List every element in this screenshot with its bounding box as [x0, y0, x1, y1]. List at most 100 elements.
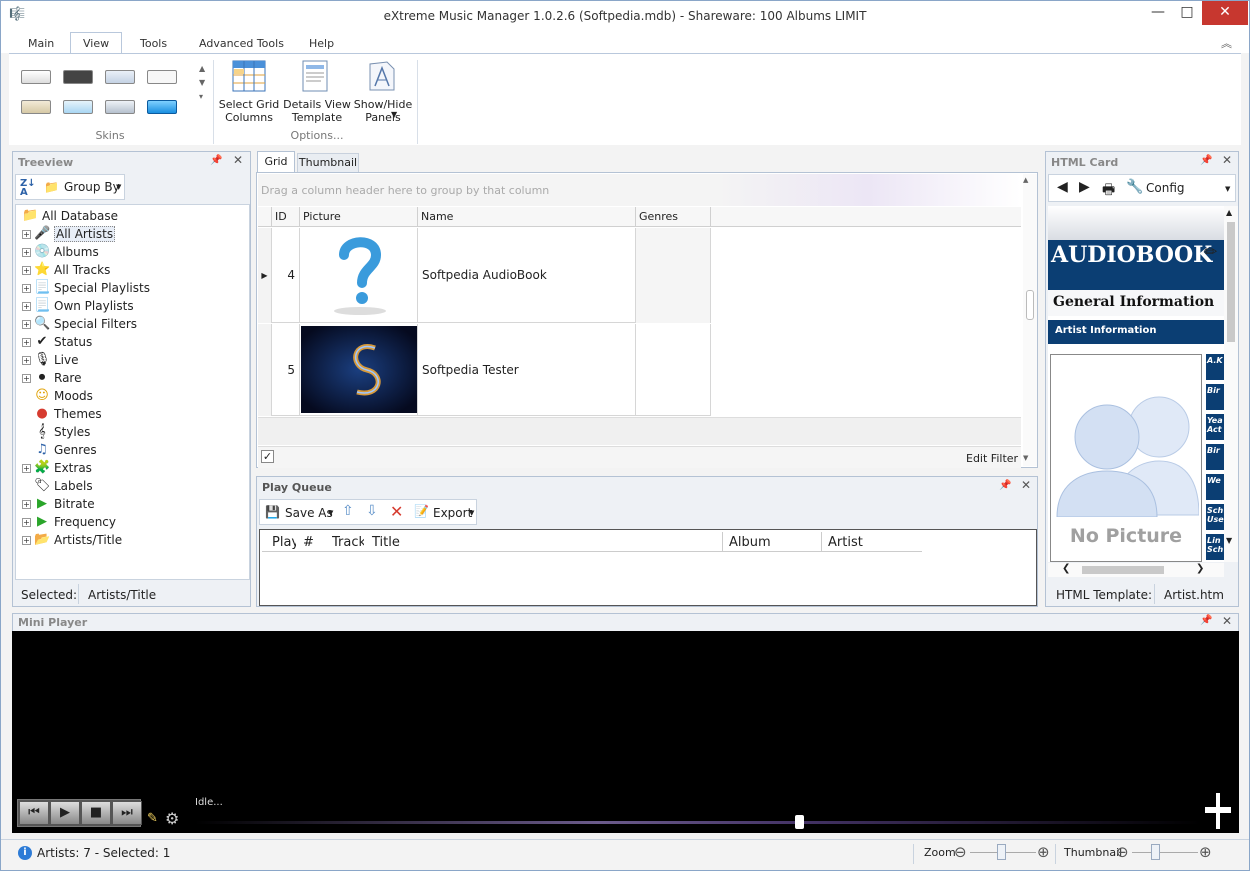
close-panel-icon[interactable]: ✕ [1222, 153, 1232, 167]
edit-icon[interactable]: ✎ [147, 811, 158, 826]
pencil-icon[interactable]: ✏ [1204, 242, 1217, 261]
column-play[interactable]: Play [272, 535, 296, 550]
expand-icon[interactable]: + [22, 283, 31, 293]
scroll-thumb[interactable] [1082, 566, 1164, 574]
tree-item[interactable]: + 📃 Own Playlists [22, 297, 247, 315]
pin-icon[interactable]: 📌 [1200, 615, 1212, 626]
column-track[interactable]: Track [332, 535, 364, 550]
tree-item[interactable]: + 🎤 All Artists [22, 225, 247, 243]
expand-icon[interactable]: + [22, 229, 31, 239]
scroll-down-icon[interactable]: ▼ [1226, 536, 1232, 545]
tree-item[interactable]: + 🔍 Special Filters [22, 315, 247, 333]
expand-icon[interactable]: + [22, 517, 31, 527]
print-icon[interactable]: 🖶 [1102, 179, 1115, 203]
scroll-right-icon[interactable]: ❯ [1196, 563, 1204, 574]
skin-blue[interactable] [147, 100, 177, 114]
previous-icon[interactable]: ⏮ [19, 801, 49, 825]
scroll-down-icon[interactable]: ▼ [1023, 454, 1028, 462]
pin-icon[interactable]: 📌 [1200, 155, 1212, 166]
tree-item[interactable]: ● Themes [22, 405, 247, 423]
export-button[interactable]: Export [433, 506, 472, 520]
tree-item[interactable]: + ▶ Bitrate [22, 495, 247, 513]
skin-blue-grey[interactable] [105, 70, 135, 84]
back-icon[interactable]: ◀ [1057, 179, 1068, 195]
expand-icon[interactable]: + [22, 265, 31, 275]
tree-item[interactable]: 🏷 Labels [22, 477, 247, 495]
tree-item[interactable]: ☺ Moods [22, 387, 247, 405]
expand-icon[interactable]: + [22, 337, 31, 347]
collapse-ribbon-icon[interactable]: ︽ [1221, 35, 1232, 51]
pin-icon[interactable]: 📌 [210, 155, 222, 166]
volume-control[interactable] [1203, 791, 1233, 829]
seek-thumb[interactable] [794, 815, 804, 829]
tree-item[interactable]: + ▶ Frequency [22, 513, 247, 531]
details-view-template-button[interactable]: Details View Template [283, 58, 351, 124]
table-row[interactable]: 5 Softpedia Tester [258, 324, 711, 416]
skin-dark[interactable] [63, 70, 93, 84]
card-side-tab[interactable]: Yea Act [1206, 414, 1224, 440]
stop-icon[interactable]: ■ [81, 801, 111, 825]
minimize-button[interactable]: — [1143, 1, 1173, 25]
sort-az-icon[interactable]: Z↓ A [20, 179, 36, 198]
thumbnail-slider[interactable] [1132, 852, 1198, 853]
card-vertical-scrollbar[interactable]: ▲ ▼ [1224, 206, 1238, 562]
tree-item[interactable]: + 🎙 Live [22, 351, 247, 369]
tree-item[interactable]: ♫ Genres [22, 441, 247, 459]
expand-icon[interactable]: + [22, 463, 31, 473]
tree-item[interactable]: + 📃 Special Playlists [22, 279, 247, 297]
column-genres[interactable]: Genres [636, 207, 711, 227]
card-side-tab[interactable]: Sch Use [1206, 504, 1224, 530]
expand-icon[interactable]: + [22, 319, 31, 329]
next-icon[interactable]: ⏭ [112, 801, 142, 825]
tree-item[interactable]: + ⭐ All Tracks [22, 261, 247, 279]
tab-main[interactable]: Main [28, 37, 54, 50]
card-side-tab[interactable]: Lin Sch [1206, 534, 1224, 560]
expand-icon[interactable]: + [22, 301, 31, 311]
pin-icon[interactable]: 📌 [999, 480, 1011, 491]
gear-icon[interactable]: ⚙ [165, 809, 179, 828]
expand-icon[interactable]: + [22, 355, 31, 365]
expand-icon[interactable]: + [22, 247, 31, 257]
tree-item[interactable]: + 💿 Albums [22, 243, 247, 261]
play-icon[interactable]: ▶ [50, 801, 80, 825]
tree-item[interactable]: + ✔ Status [22, 333, 247, 351]
table-row[interactable]: ▶ 4 Softpedia AudioBook [258, 228, 711, 323]
thumbnail-thumb[interactable] [1151, 844, 1160, 860]
thumbnail-larger-icon[interactable]: ⊕ [1199, 843, 1212, 861]
group-by-button[interactable]: Group By [64, 180, 120, 194]
forward-icon[interactable]: ▶ [1079, 179, 1090, 195]
zoom-in-icon[interactable]: ⊕ [1037, 843, 1050, 861]
tab-help[interactable]: Help [309, 37, 334, 50]
close-panel-icon[interactable]: ✕ [233, 153, 243, 167]
close-panel-icon[interactable]: ✕ [1222, 614, 1232, 628]
tree-item[interactable]: 📁 All Database [22, 207, 247, 225]
save-as-button[interactable]: Save As [285, 506, 333, 520]
scroll-thumb[interactable] [1227, 222, 1235, 342]
thumbnail-smaller-icon[interactable]: ⊖ [1116, 843, 1129, 861]
scroll-left-icon[interactable]: ❮ [1062, 563, 1070, 574]
show-hide-panels-button[interactable]: Show/Hide Panels ▼ [353, 58, 413, 124]
skin-sand[interactable] [21, 100, 51, 114]
volume-thumb[interactable] [1205, 807, 1231, 813]
column-name[interactable]: Name [418, 207, 636, 227]
tree-item[interactable]: + 🧩 Extras [22, 459, 247, 477]
column-id[interactable]: ID [272, 207, 300, 227]
config-button[interactable]: Config [1146, 181, 1185, 195]
scroll-up-icon[interactable]: ▲ [1226, 208, 1232, 217]
tab-advanced-tools[interactable]: Advanced Tools [199, 37, 284, 50]
tab-tools[interactable]: Tools [140, 37, 167, 50]
gallery-scroll[interactable]: ▲ ▼ ▾ [199, 62, 205, 104]
card-side-tab[interactable]: Bir [1206, 384, 1224, 410]
card-horizontal-scrollbar[interactable]: ❮ ❯ [1048, 563, 1224, 577]
move-down-icon[interactable]: ⇩ [366, 503, 378, 519]
maximize-button[interactable]: □ [1172, 1, 1202, 25]
close-button[interactable]: ✕ [1202, 1, 1248, 25]
grid-scrollbar[interactable]: ▲ ▼ [1023, 174, 1037, 466]
column-album[interactable]: Album [729, 535, 771, 550]
filter-checkbox[interactable]: ✓ [261, 450, 274, 463]
expand-icon[interactable]: + [22, 535, 31, 545]
column-picture[interactable]: Picture [300, 207, 418, 227]
card-side-tab[interactable]: Bir [1206, 444, 1224, 470]
edit-filter-button[interactable]: Edit Filter [966, 452, 1018, 465]
column-artist[interactable]: Artist [828, 535, 863, 550]
